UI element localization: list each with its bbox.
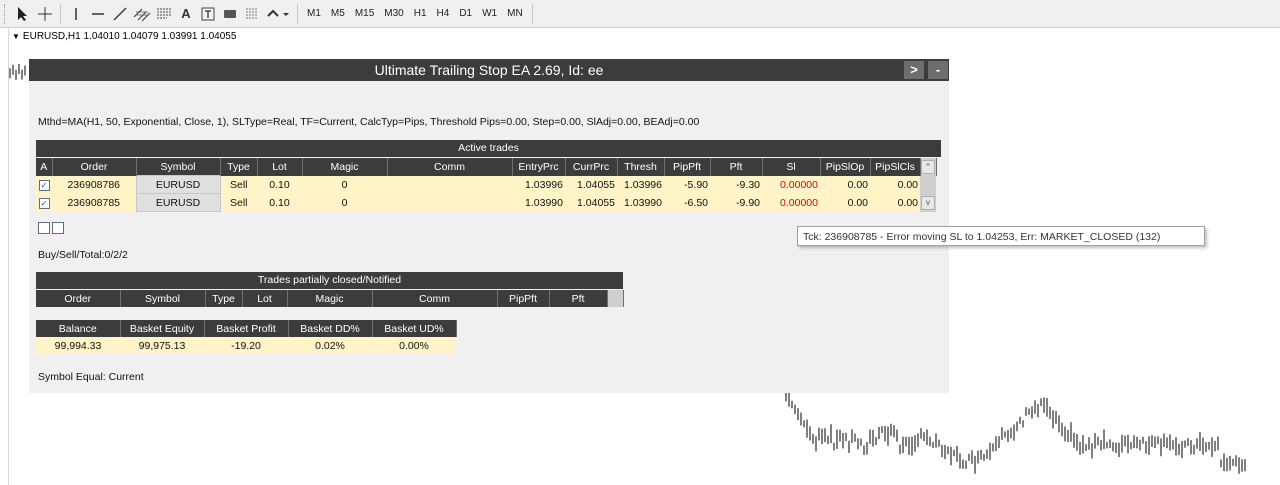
partial-trades-title: Trades partially closed/Notified xyxy=(36,272,623,289)
active-trades-table: A Order Symbol Type Lot Magic Comm Entry… xyxy=(36,158,937,212)
col-header[interactable]: Symbol xyxy=(136,158,221,176)
cell-order: 236908786 xyxy=(52,175,136,194)
symbol-button[interactable]: EURUSD xyxy=(135,175,221,194)
buy-sell-total: Buy/Sell/Total:0/2/2 xyxy=(38,249,128,261)
cell-pip-sl-close: 0.00 xyxy=(870,193,920,212)
cell-lot: 0.10 xyxy=(257,193,302,212)
col-header[interactable]: Order xyxy=(36,290,121,307)
cell-threshold: 1.03996 xyxy=(617,175,664,194)
col-header[interactable]: Lot xyxy=(257,158,303,176)
col-header[interactable]: PipSlCls xyxy=(870,158,921,176)
col-header: Basket DD% xyxy=(288,320,373,337)
checkbox-checked-icon[interactable]: ✓ xyxy=(38,197,50,209)
scrollbar-track[interactable] xyxy=(607,290,624,307)
basket-values-row: 99,994.33 99,975.13 -19.20 0.02% 0.00% xyxy=(36,337,456,354)
col-header[interactable]: Comm xyxy=(387,158,513,176)
basket-ud-value: 0.00% xyxy=(372,337,456,354)
basket-dd-value: 0.02% xyxy=(288,337,372,354)
scrollbar-track[interactable]: v xyxy=(920,193,936,212)
col-header[interactable]: PipPft xyxy=(664,158,711,176)
deselect-all-icon[interactable] xyxy=(52,222,64,234)
basket-table: Balance Basket Equity Basket Profit Bask… xyxy=(36,320,457,354)
cell-entry-price: 1.03990 xyxy=(512,193,565,212)
col-header[interactable]: Symbol xyxy=(120,290,206,307)
col-header[interactable]: Order xyxy=(52,158,137,176)
basket-equity-value: 99,975.13 xyxy=(120,337,204,354)
col-header[interactable]: PipSlOp xyxy=(820,158,871,176)
active-trades-title: Active trades xyxy=(36,140,941,157)
cell-stop-loss: 0.00000 xyxy=(762,175,820,194)
cell-comm xyxy=(387,175,512,194)
table-row[interactable]: ✓ 236908786 EURUSD Sell 0.10 0 1.03996 1… xyxy=(36,175,936,194)
scroll-down-icon[interactable]: v xyxy=(921,195,935,210)
cell-pip-profit: -5.90 xyxy=(664,175,710,194)
col-header[interactable]: Lot xyxy=(242,290,288,307)
error-tooltip: Tck: 236908785 - Error moving SL to 1.04… xyxy=(797,226,1205,246)
expand-button[interactable]: > xyxy=(904,61,924,79)
scrollbar-track[interactable]: ^ xyxy=(920,158,937,176)
partial-trades-table: Order Symbol Type Lot Magic Comm PipPft … xyxy=(36,290,624,307)
cell-current-price: 1.04055 xyxy=(565,193,617,212)
col-header[interactable]: Magic xyxy=(302,158,388,176)
col-header[interactable]: Comm xyxy=(372,290,498,307)
cell-entry-price: 1.03996 xyxy=(512,175,565,194)
cell-order: 236908785 xyxy=(52,193,136,212)
col-header[interactable]: EntryPrc xyxy=(512,158,566,176)
cell-threshold: 1.03990 xyxy=(617,193,664,212)
active-trades-header: A Order Symbol Type Lot Magic Comm Entry… xyxy=(36,158,937,176)
cell-current-price: 1.04055 xyxy=(565,175,617,194)
minimize-button[interactable]: - xyxy=(928,61,948,79)
cell-magic: 0 xyxy=(302,193,387,212)
col-header[interactable]: PipPft xyxy=(497,290,550,307)
cell-type: Sell xyxy=(220,193,257,212)
col-header[interactable]: CurrPrc xyxy=(565,158,618,176)
cell-pip-sl-open: 0.00 xyxy=(820,175,870,194)
method-settings-line: Mthd=MA(H1, 50, Exponential, Close, 1), … xyxy=(38,116,700,128)
row-checkbox[interactable]: ✓ xyxy=(36,175,52,194)
col-header[interactable]: Magic xyxy=(287,290,373,307)
basket-profit-value: -19.20 xyxy=(204,337,288,354)
basket-header: Balance Basket Equity Basket Profit Bask… xyxy=(36,320,457,337)
cell-comm xyxy=(387,193,512,212)
col-header[interactable]: Type xyxy=(220,158,258,176)
table-row[interactable]: ✓ 236908785 EURUSD Sell 0.10 0 1.03990 1… xyxy=(36,193,936,212)
cell-pip-profit: -6.50 xyxy=(664,193,710,212)
symbol-equal-label: Symbol Equal: Current xyxy=(38,371,144,383)
panel-title: Ultimate Trailing Stop EA 2.69, Id: ee xyxy=(29,59,949,81)
col-header: Basket UD% xyxy=(372,320,457,337)
col-header[interactable]: Type xyxy=(205,290,243,307)
col-header[interactable]: Sl xyxy=(762,158,821,176)
cell-lot: 0.10 xyxy=(257,175,302,194)
col-header: Balance xyxy=(36,320,121,337)
cell-profit: -9.30 xyxy=(710,175,762,194)
cell-magic: 0 xyxy=(302,175,387,194)
symbol-button[interactable]: EURUSD xyxy=(135,193,221,212)
col-header: Basket Profit xyxy=(204,320,289,337)
cell-stop-loss: 0.00000 xyxy=(762,193,820,212)
cell-pip-sl-open: 0.00 xyxy=(820,193,870,212)
cell-pip-sl-close: 0.00 xyxy=(870,175,920,194)
partial-trades-header: Order Symbol Type Lot Magic Comm PipPft … xyxy=(36,290,624,307)
select-toggle-group xyxy=(38,222,64,234)
scroll-up-icon[interactable]: ^ xyxy=(921,159,935,174)
cell-type: Sell xyxy=(220,175,257,194)
col-header[interactable]: Pft xyxy=(549,290,608,307)
checkbox-checked-icon[interactable]: ✓ xyxy=(38,179,50,191)
select-all-icon[interactable] xyxy=(38,222,50,234)
col-header[interactable]: Pft xyxy=(710,158,763,176)
col-header[interactable]: A xyxy=(36,158,53,176)
row-checkbox[interactable]: ✓ xyxy=(36,193,52,212)
scrollbar-track[interactable] xyxy=(920,175,936,194)
balance-value: 99,994.33 xyxy=(36,337,120,354)
col-header: Basket Equity xyxy=(120,320,205,337)
col-header[interactable]: Thresh xyxy=(617,158,665,176)
cell-profit: -9.90 xyxy=(710,193,762,212)
